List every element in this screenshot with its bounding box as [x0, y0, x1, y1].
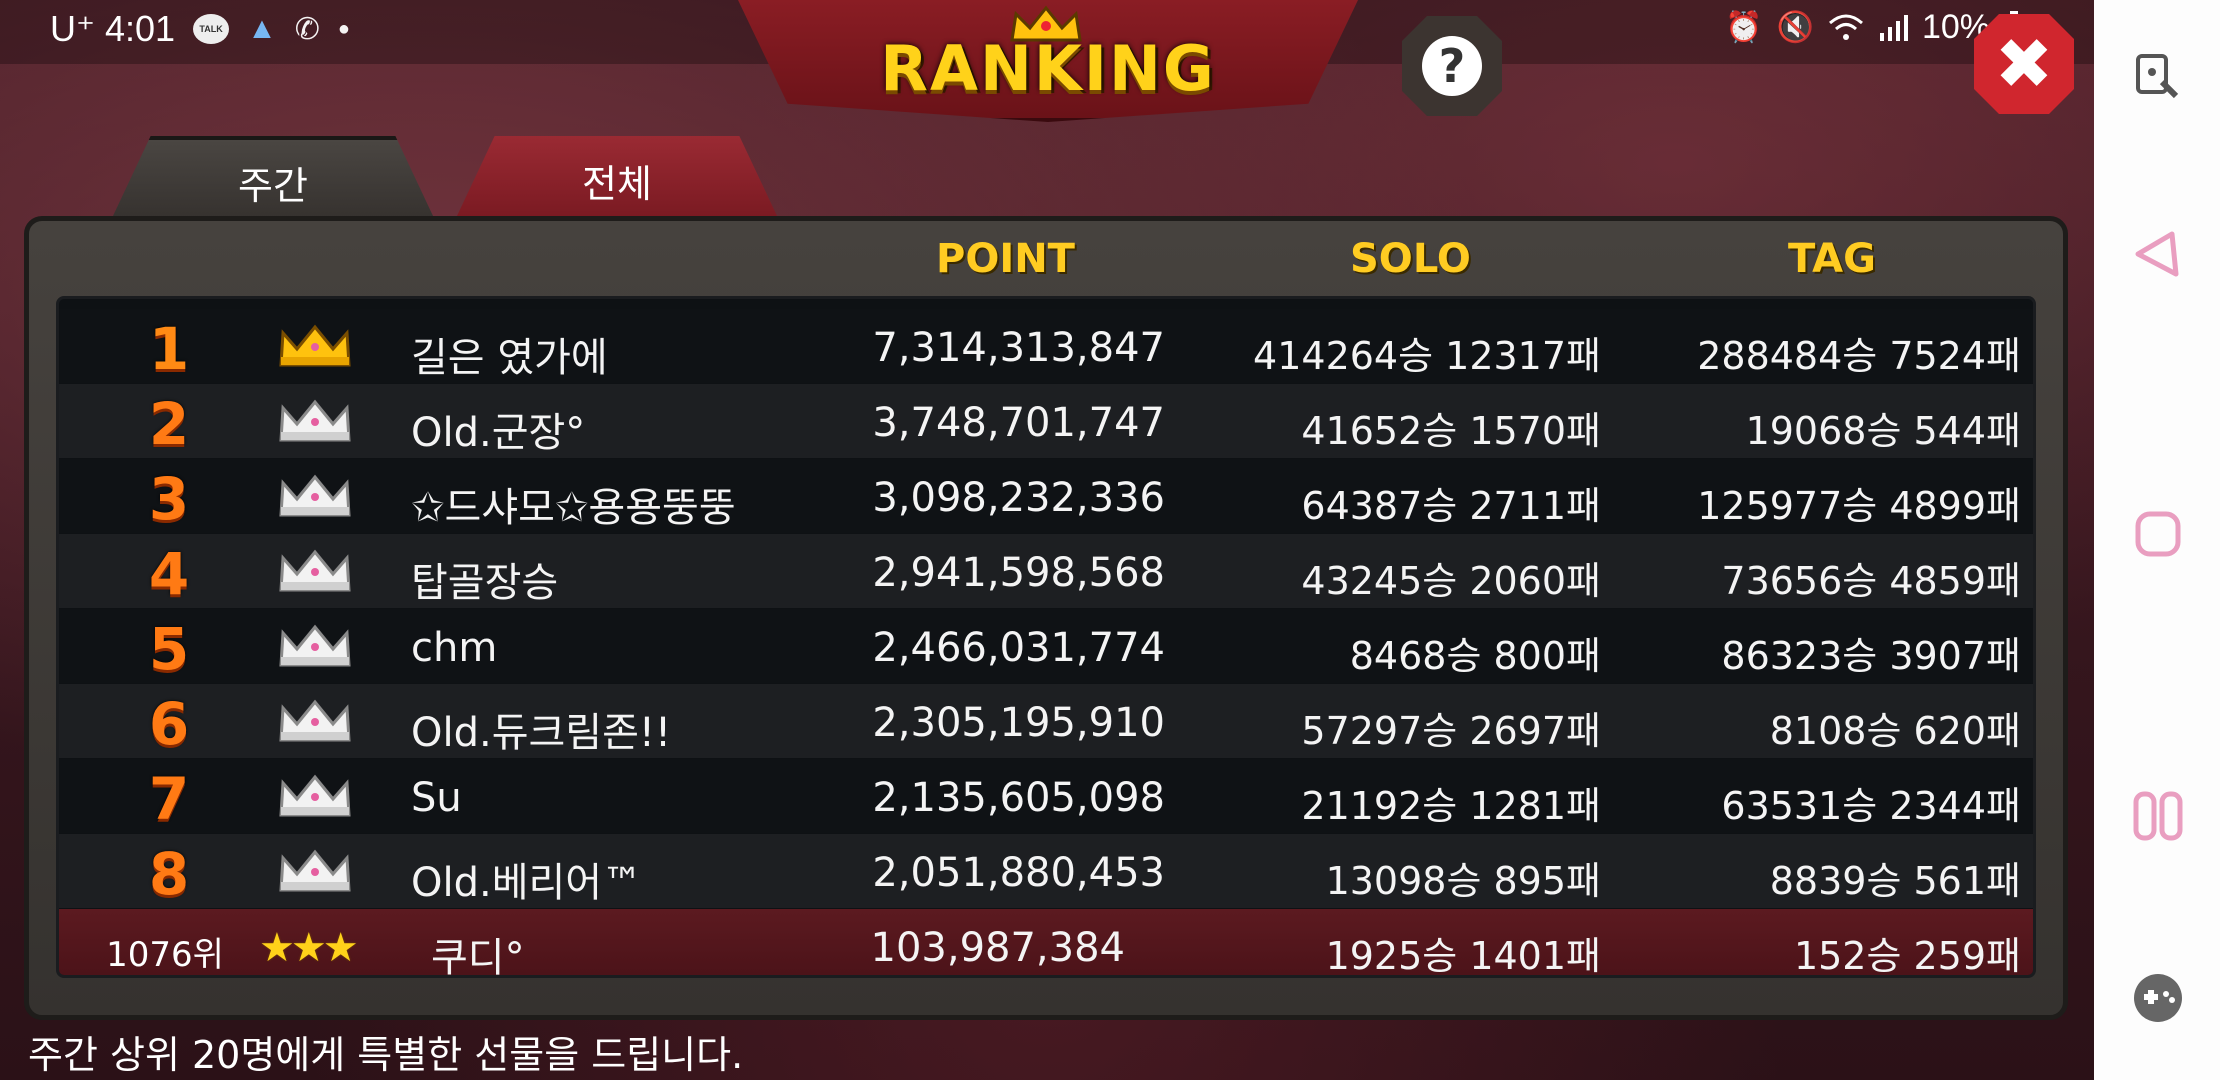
star-rating-icon: ★★★: [259, 925, 359, 971]
silver-crown-icon: [277, 698, 353, 744]
wifi-icon: [1828, 14, 1863, 40]
tab-weekly[interactable]: 주간: [112, 136, 434, 218]
player-point: 2,305,195,910: [872, 700, 1165, 746]
my-name: _쿠디°: [411, 935, 525, 978]
page-title: RANKING: [880, 32, 1216, 105]
silver-crown-icon: [277, 623, 353, 669]
game-tools-icon[interactable]: [2132, 972, 2184, 1024]
screen-lock-icon[interactable]: [2132, 52, 2184, 104]
player-point: 7,314,313,847: [872, 325, 1165, 371]
player-name: Old.군장°: [411, 410, 586, 456]
player-point: 2,941,598,568: [872, 550, 1165, 596]
player-name: Su: [411, 775, 462, 821]
navigation-bar: [2094, 0, 2220, 1080]
my-point: 103,987,384: [870, 925, 1125, 971]
carrier-time: U⁺ 4:01: [50, 8, 176, 49]
my-solo: 1925승 1401패: [1325, 934, 1601, 978]
ranking-row[interactable]: 8 Old.베리어™ 2,051,880,453 13098승 895패 883…: [59, 834, 2033, 908]
player-point: 3,098,232,336: [872, 475, 1165, 521]
player-tag: 8839승 561패: [1769, 859, 2021, 903]
game-screen: U⁺ 4:01 TALK ▲ ✆ ● ⏰ 🔇 10% RANKING ? ✖ 주…: [0, 0, 2094, 1080]
dot-icon: ●: [337, 17, 351, 40]
player-tag: 19068승 544패: [1745, 409, 2021, 453]
player-solo: 64387승 2711패: [1301, 484, 1601, 528]
ranking-row[interactable]: 7 Su 2,135,605,098 21192승 1281패 63531승 2…: [59, 759, 2033, 833]
player-solo: 13098승 895패: [1325, 859, 1601, 903]
column-header-tag: TAG: [1788, 236, 1876, 282]
my-rank: 1076위: [106, 935, 224, 975]
ranking-row[interactable]: 3 ✩드샤모✩용용뚱뚱 3,098,232,336 64387승 2711패 1…: [59, 459, 2033, 533]
player-point: 2,135,605,098: [872, 775, 1165, 821]
rank-number: 6: [148, 690, 190, 758]
rank-number: 2: [148, 390, 190, 458]
player-name: ✩드샤모✩용용뚱뚱: [411, 485, 736, 531]
arrow-app-icon: ▲: [247, 12, 277, 45]
player-name: Old.베리어™: [411, 860, 643, 906]
ranking-row[interactable]: 4 탑골장승 2,941,598,568 43245승 2060패 73656승…: [59, 534, 2033, 608]
player-tag: 288484승 7524패: [1697, 334, 2021, 378]
ranking-row[interactable]: 2 Old.군장° 3,748,701,747 41652승 1570패 190…: [59, 384, 2033, 458]
rank-number: 8: [148, 840, 190, 908]
alarm-icon: ⏰: [1725, 11, 1763, 44]
mute-icon: 🔇: [1776, 11, 1814, 44]
home-icon[interactable]: [2132, 508, 2184, 560]
player-solo: 8468승 800패: [1349, 634, 1601, 678]
rank-number: 5: [148, 615, 190, 683]
player-name: 탑골장승: [411, 560, 559, 606]
close-button[interactable]: ✖: [1974, 14, 2074, 114]
my-tag: 152승 259패: [1793, 934, 2021, 978]
ranking-row[interactable]: 5 chm 2,466,031,774 8468승 800패 86323승 39…: [59, 609, 2033, 683]
gold-crown-icon: [277, 323, 353, 369]
silver-crown-icon: [277, 773, 353, 819]
player-name: chm: [411, 625, 498, 671]
player-point: 2,466,031,774: [872, 625, 1165, 671]
rank-number: 4: [148, 540, 190, 608]
footer-note: 주간 상위 20명에게 특별한 선물을 드립니다.: [28, 1033, 744, 1077]
player-tag: 8108승 620패: [1769, 709, 2021, 753]
player-solo: 41652승 1570패: [1301, 409, 1601, 453]
player-solo: 43245승 2060패: [1301, 559, 1601, 603]
player-point: 2,051,880,453: [872, 850, 1165, 896]
signal-icon: [1879, 14, 1908, 41]
rank-number: 1: [148, 315, 190, 383]
silver-crown-icon: [277, 848, 353, 894]
silver-crown-icon: [277, 548, 353, 594]
player-tag: 125977승 4899패: [1697, 484, 2021, 528]
question-icon: ?: [1422, 36, 1482, 96]
kakaotalk-icon: TALK: [193, 14, 230, 44]
tab-all[interactable]: 전체: [456, 136, 778, 218]
silver-crown-icon: [277, 398, 353, 444]
help-button[interactable]: ?: [1402, 16, 1502, 116]
player-point: 3,748,701,747: [872, 400, 1165, 446]
player-solo: 414264승 12317패: [1253, 334, 1601, 378]
player-solo: 21192승 1281패: [1301, 784, 1601, 828]
rank-number: 7: [148, 765, 190, 833]
back-icon[interactable]: [2132, 228, 2184, 280]
silver-crown-icon: [277, 473, 353, 519]
whowho-call-icon: ✆: [294, 12, 320, 46]
my-ranking-row[interactable]: 1076위 ★★★ _쿠디° 103,987,384 1925승 1401패 1…: [59, 909, 2033, 978]
player-solo: 57297승 2697패: [1301, 709, 1601, 753]
column-header-solo: SOLO: [1350, 236, 1471, 282]
player-name: Old.듀크림존!!: [411, 710, 671, 756]
player-tag: 86323승 3907패: [1721, 634, 2021, 678]
rank-number: 3: [148, 465, 190, 533]
ranking-row[interactable]: 6 Old.듀크림존!! 2,305,195,910 57297승 2697패 …: [59, 684, 2033, 758]
player-tag: 73656승 4859패: [1721, 559, 2021, 603]
recent-apps-icon[interactable]: [2132, 790, 2184, 842]
player-tag: 63531승 2344패: [1721, 784, 2021, 828]
ranking-table[interactable]: 1 길은 였가에 7,314,313,847 414264승 12317패 28…: [56, 296, 2036, 978]
ranking-row[interactable]: 1 길은 였가에 7,314,313,847 414264승 12317패 28…: [59, 309, 2033, 383]
player-name: 길은 였가에: [411, 335, 608, 381]
column-header-point: POINT: [936, 236, 1075, 282]
